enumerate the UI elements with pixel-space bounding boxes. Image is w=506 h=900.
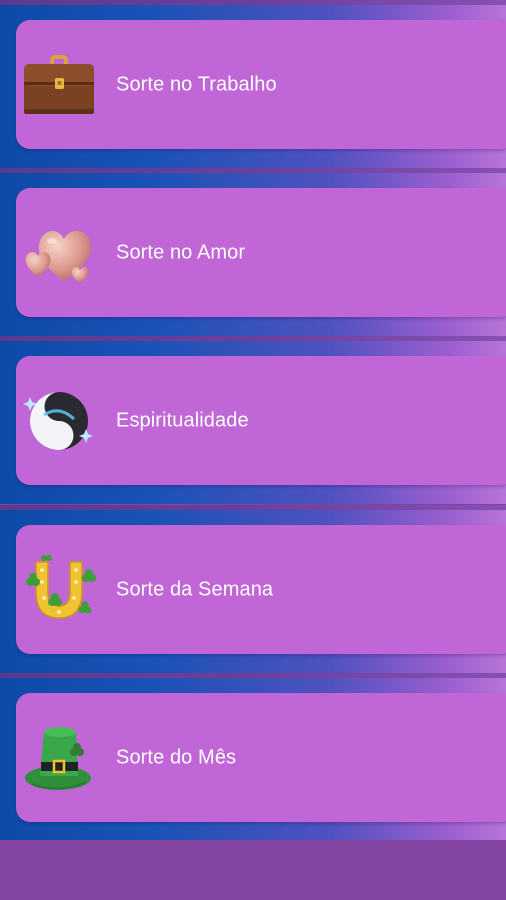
- menu-row-espiritualidade: Espiritualidade: [0, 336, 506, 504]
- menu-card-espiritualidade[interactable]: Espiritualidade: [16, 356, 506, 485]
- menu-card-label: Sorte da Semana: [116, 578, 274, 600]
- luck-menu-screen: Sorte no Trabalho Sorte no Amor Espiritu…: [0, 0, 506, 900]
- leprechaun-hat-icon: [22, 722, 96, 794]
- menu-card-label: Sorte no Trabalho: [116, 73, 277, 95]
- menu-row-amor: Sorte no Amor: [0, 168, 506, 336]
- menu-card-mes[interactable]: Sorte do Mês: [16, 693, 506, 822]
- menu-card-label: Sorte no Amor: [116, 241, 246, 263]
- menu-card-label: Sorte do Mês: [116, 746, 237, 768]
- menu-row-semana: Sorte da Semana: [0, 505, 506, 673]
- menu-row-trabalho: Sorte no Trabalho: [0, 0, 506, 168]
- menu-card-label: Espiritualidade: [116, 409, 249, 431]
- briefcase-icon: [22, 49, 96, 121]
- menu-card-trabalho[interactable]: Sorte no Trabalho: [16, 20, 506, 149]
- horseshoe-icon: [22, 554, 96, 626]
- hearts-icon: [22, 217, 96, 289]
- yin-yang-icon: [22, 385, 96, 457]
- menu-card-amor[interactable]: Sorte no Amor: [16, 188, 506, 317]
- bottom-bar: [0, 840, 506, 900]
- menu-card-semana[interactable]: Sorte da Semana: [16, 525, 506, 654]
- menu-row-mes: Sorte do Mês: [0, 673, 506, 841]
